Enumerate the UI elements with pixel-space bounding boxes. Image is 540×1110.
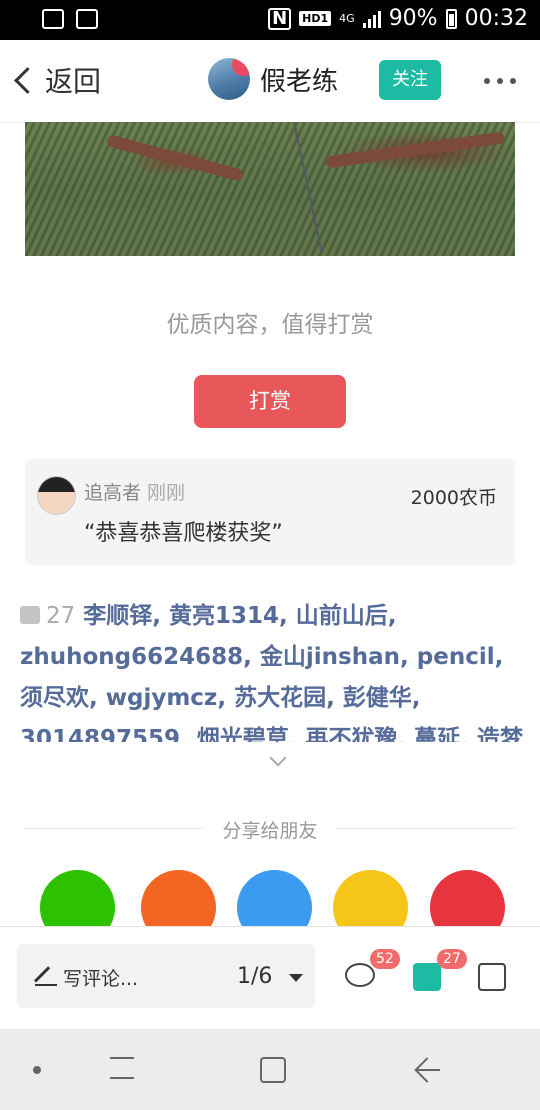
recent-apps-icon[interactable] (110, 1057, 134, 1079)
like-icon[interactable] (413, 963, 441, 991)
likes-list: 27 李顺铎, 黄亮1314, 山前山后, zhuhong6624688, 金山j… (20, 596, 524, 742)
author-info[interactable]: 假老练 (208, 58, 338, 100)
more-options-icon[interactable] (484, 78, 516, 84)
comment-input[interactable]: 写评论... 1/6 (17, 944, 315, 1008)
system-nav-bar (0, 1029, 540, 1110)
reward-button[interactable]: 打赏 (194, 375, 346, 428)
share-targets (0, 870, 540, 926)
back-label: 返回 (45, 65, 102, 98)
author-name[interactable]: 假老练 (260, 61, 338, 98)
share-icon[interactable] (478, 963, 506, 991)
moments-icon[interactable] (141, 870, 216, 926)
comment-icon[interactable] (345, 963, 375, 987)
branch-shape (105, 134, 245, 182)
chevron-down-icon[interactable] (269, 749, 287, 767)
tip-record: 追高者 刚刚 2000农币 “恭喜恭喜爬楼获奖” (25, 459, 515, 565)
notification-icon (42, 9, 64, 29)
comment-count-badge: 52 (370, 949, 400, 969)
qq-icon[interactable] (237, 870, 312, 926)
like-count: 27 (46, 603, 76, 629)
page-indicator[interactable]: 1/6 (237, 964, 272, 989)
reward-prompt: 优质内容，值得打赏 (166, 312, 374, 338)
status-bar: N HD1 4G 90% 00:32 (0, 0, 540, 40)
back-nav-line (416, 1069, 440, 1071)
signal-icon (362, 10, 381, 28)
back-button[interactable]: 返回 (12, 60, 101, 100)
pen-icon (33, 966, 51, 983)
comment-placeholder: 写评论... (63, 968, 139, 990)
qzone-icon[interactable] (333, 870, 408, 926)
nav-dot-icon[interactable] (33, 1066, 41, 1074)
hd-voice-icon: HD1 (299, 11, 332, 26)
app-header: 返回 假老练 关注 (0, 40, 540, 123)
bottom-action-bar: 写评论... 1/6 52 27 (0, 926, 540, 1030)
tip-time: 刚刚 (147, 482, 186, 504)
pen-base-icon (35, 984, 57, 986)
chevron-left-icon (14, 66, 41, 94)
branch-shape (325, 131, 505, 169)
network-type: 4G (339, 12, 355, 25)
caret-down-icon[interactable] (289, 974, 303, 982)
wechat-icon[interactable] (40, 870, 115, 926)
nfc-icon: N (268, 7, 292, 30)
image-icon (76, 9, 98, 29)
liker-names[interactable]: 李顺铎, 黄亮1314, 山前山后, zhuhong6624688, 金山jin… (20, 603, 523, 742)
battery-percent: 90% (388, 6, 438, 31)
clock: 00:32 (464, 6, 528, 31)
tip-message: “恭喜恭喜爬楼获奖” (84, 521, 283, 546)
follow-button[interactable]: 关注 (379, 60, 441, 100)
tipper-info: 追高者 刚刚 (84, 478, 185, 505)
share-title: 分享给朋友 (222, 820, 318, 842)
tip-amount: 2000农币 (410, 487, 497, 509)
author-avatar[interactable] (208, 58, 250, 100)
tipper-name[interactable]: 追高者 (84, 482, 141, 504)
thumbs-up-icon (20, 606, 40, 624)
tipper-avatar[interactable] (37, 476, 76, 515)
post-photo[interactable] (25, 122, 515, 256)
like-count-badge: 27 (437, 949, 467, 969)
divider (337, 828, 515, 829)
home-icon[interactable] (260, 1057, 286, 1083)
battery-icon (445, 8, 457, 29)
wire-shape (293, 122, 323, 254)
weibo-icon[interactable] (430, 870, 505, 926)
